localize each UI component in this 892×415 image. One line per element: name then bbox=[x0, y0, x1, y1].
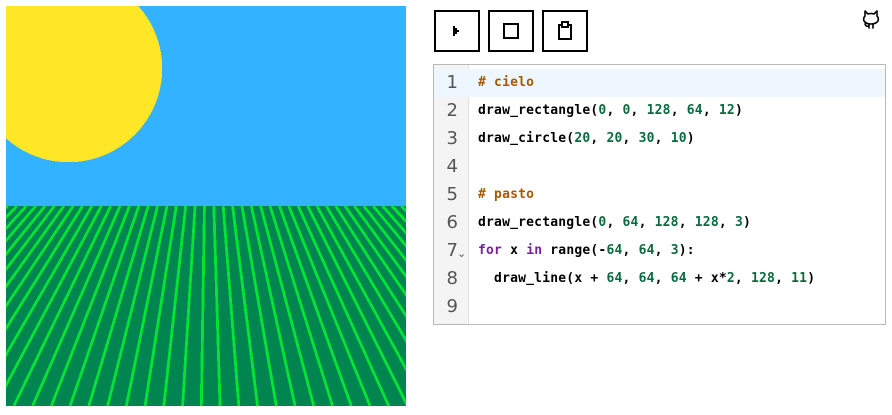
code-token: draw_rectangle( bbox=[478, 215, 599, 230]
code-token: + x* bbox=[686, 271, 727, 286]
code-token: , bbox=[638, 215, 655, 230]
code-token: 20 bbox=[574, 131, 591, 146]
code-token: , bbox=[654, 243, 671, 258]
code-editor[interactable]: 1 # cielo 2 draw_rectangle(0, 0, 128, 64, 1… bbox=[433, 64, 886, 325]
code-token: , bbox=[622, 131, 639, 146]
code-token: 128 bbox=[694, 215, 719, 230]
code-token: draw_circle( bbox=[478, 131, 575, 146]
code-token: , bbox=[654, 131, 671, 146]
line-number: 7 bbox=[446, 240, 458, 261]
code-text: draw_circle(20, 20, 30, 10) bbox=[478, 125, 695, 153]
github-icon[interactable] bbox=[860, 8, 882, 30]
code-token: , bbox=[606, 103, 623, 118]
canvas-drawing bbox=[6, 6, 406, 406]
code-line[interactable]: 4 bbox=[434, 153, 885, 181]
code-token: 3 bbox=[734, 215, 743, 230]
code-token: , bbox=[606, 215, 623, 230]
code-token: ): bbox=[678, 243, 695, 258]
code-line[interactable]: 9 bbox=[434, 293, 885, 321]
grass-rectangle bbox=[6, 206, 406, 406]
output-canvas bbox=[6, 6, 406, 406]
line-number: 8 bbox=[446, 268, 458, 289]
code-token: 12 bbox=[718, 103, 735, 118]
line-number: 1 bbox=[446, 72, 458, 93]
github-icon-glyph bbox=[862, 10, 880, 29]
code-line[interactable]: 5 # pasto bbox=[434, 181, 885, 209]
code-line[interactable]: 1 # cielo bbox=[434, 69, 885, 97]
code-line[interactable]: 8 draw_line(x + 64, 64, 64 + x*2, 128, 1… bbox=[434, 265, 885, 293]
code-token: 2 bbox=[726, 271, 735, 286]
code-token: draw_line(x + bbox=[478, 271, 607, 286]
line-number: 4 bbox=[446, 156, 458, 177]
code-text: draw_line(x + 64, 64, 64 + x*2, 128, 11) bbox=[478, 265, 815, 293]
code-token: 64 bbox=[622, 215, 639, 230]
code-token: in bbox=[526, 243, 543, 258]
code-text: # cielo bbox=[478, 69, 534, 97]
code-token: range(- bbox=[542, 243, 607, 258]
code-token: , bbox=[718, 215, 735, 230]
line-number: 3 bbox=[446, 128, 458, 149]
code-token: 128 bbox=[646, 103, 671, 118]
code-token: 20 bbox=[606, 131, 623, 146]
code-token: # pasto bbox=[478, 187, 535, 202]
code-token: ) bbox=[734, 103, 743, 118]
code-token: , bbox=[654, 271, 671, 286]
run-button[interactable] bbox=[434, 10, 480, 52]
stop-icon bbox=[503, 23, 519, 39]
code-token: , bbox=[670, 103, 687, 118]
code-text: draw_rectangle(0, 0, 128, 64, 12) bbox=[478, 97, 743, 125]
line-number: 9 bbox=[446, 296, 458, 317]
code-token: 64 bbox=[606, 271, 623, 286]
code-token: , bbox=[630, 103, 647, 118]
clipboard-icon bbox=[558, 21, 572, 40]
stop-button[interactable] bbox=[488, 10, 534, 52]
code-token: x bbox=[502, 243, 527, 258]
code-line[interactable]: 3 draw_circle(20, 20, 30, 10) bbox=[434, 125, 885, 153]
code-line[interactable]: 6 draw_rectangle(0, 64, 128, 128, 3) bbox=[434, 209, 885, 237]
code-token: 0 bbox=[622, 103, 631, 118]
code-token: 11 bbox=[791, 271, 808, 286]
line-number: 6 bbox=[446, 212, 458, 233]
line-number: 5 bbox=[446, 184, 458, 205]
code-token: 64 bbox=[670, 271, 687, 286]
code-token: ) bbox=[807, 271, 816, 286]
code-text: draw_rectangle(0, 64, 128, 128, 3) bbox=[478, 209, 751, 237]
code-token: 128 bbox=[654, 215, 679, 230]
code-token: 30 bbox=[638, 131, 655, 146]
fold-chevron-icon[interactable]: ⌄ bbox=[457, 240, 466, 268]
line-number: 2 bbox=[446, 100, 458, 121]
code-token: 64 bbox=[606, 243, 623, 258]
play-icon bbox=[453, 26, 459, 36]
copy-button[interactable] bbox=[542, 10, 588, 52]
code-line[interactable]: 7 ⌄ for x in range(-64, 64, 3): bbox=[434, 237, 885, 265]
code-token: , bbox=[775, 271, 792, 286]
code-text: for x in range(-64, 64, 3): bbox=[478, 237, 695, 265]
code-token: # cielo bbox=[478, 75, 535, 90]
code-token: 128 bbox=[750, 271, 776, 286]
code-text: # pasto bbox=[478, 181, 534, 209]
code-line[interactable]: 2 draw_rectangle(0, 0, 128, 64, 12) bbox=[434, 97, 885, 125]
code-token: 64 bbox=[686, 103, 703, 118]
code-token: , bbox=[622, 271, 639, 286]
code-token: draw_rectangle( bbox=[478, 103, 599, 118]
code-token: ) bbox=[686, 131, 695, 146]
code-token: 3 bbox=[670, 243, 679, 258]
code-token: , bbox=[734, 271, 751, 286]
code-token: , bbox=[622, 243, 639, 258]
code-token: 64 bbox=[638, 271, 655, 286]
code-token: , bbox=[590, 131, 607, 146]
code-token: ) bbox=[742, 215, 751, 230]
code-token: , bbox=[702, 103, 719, 118]
code-token: 64 bbox=[638, 243, 655, 258]
code-token: 10 bbox=[670, 131, 687, 146]
code-token: for bbox=[478, 243, 503, 258]
code-token: , bbox=[678, 215, 695, 230]
